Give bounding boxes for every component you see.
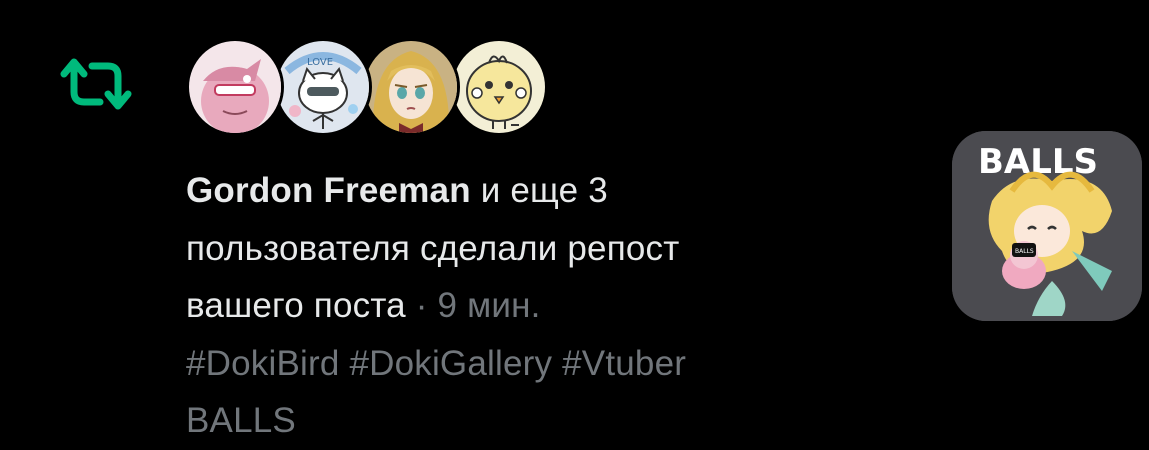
- svg-text:LOVE: LOVE: [307, 57, 333, 68]
- actor-count-text: и еще 3: [470, 171, 608, 210]
- post-hashtags: #DokiBird #DokiGallery #Vtuber: [186, 343, 687, 383]
- actor-name[interactable]: Gordon Freeman: [186, 171, 471, 210]
- post-text: BALLS: [186, 401, 296, 440]
- separator-dot: ·: [405, 286, 438, 325]
- notification-line-2: пользователя сделали репост: [186, 228, 680, 268]
- repost-icon: [60, 56, 132, 112]
- thumbnail-badge: BALLS: [1015, 248, 1034, 255]
- avatar-pink-character-icon[interactable]: [186, 38, 284, 136]
- avatar-cat-love-icon[interactable]: LOVE: [274, 38, 372, 136]
- notification-line-1: Gordon Freeman и еще 3: [186, 162, 906, 220]
- avatar-blonde-girl-icon[interactable]: [362, 38, 460, 136]
- notification-line-3: вашего поста · 9 мин.: [186, 277, 906, 335]
- notification-line-3-text: вашего поста: [186, 286, 406, 325]
- timestamp: 9 мин.: [437, 286, 541, 325]
- post-thumbnail[interactable]: BALLS BALLS: [952, 131, 1142, 321]
- notification-text[interactable]: Gordon Freeman и еще 3 пользователя сдел…: [186, 162, 906, 450]
- avatar-chick-drawing-icon[interactable]: [450, 38, 548, 136]
